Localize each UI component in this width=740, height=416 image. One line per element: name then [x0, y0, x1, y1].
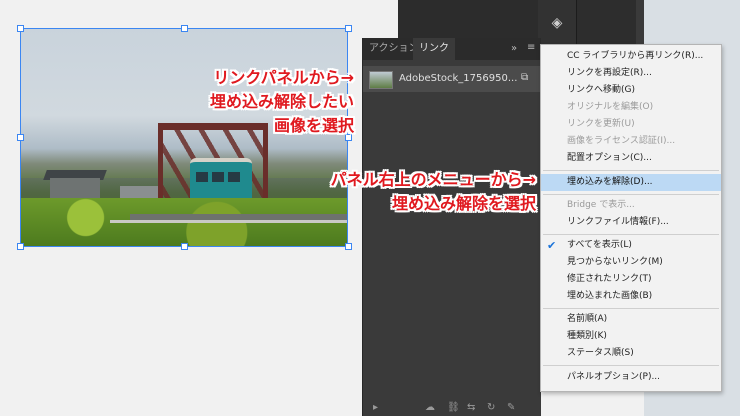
link-file-name: AdobeStock_1756950...: [399, 73, 518, 84]
menu-separator: [543, 234, 719, 235]
train-window: [212, 172, 224, 182]
menu-item-show-modified[interactable]: 修正されたリンク(T): [541, 271, 721, 288]
link-list-item[interactable]: AdobeStock_1756950... ⧉: [363, 66, 541, 92]
menu-item-unembed[interactable]: 埋め込みを解除(D)...: [541, 174, 721, 191]
edit-original-icon[interactable]: ✎: [507, 402, 515, 413]
menu-item-panel-options[interactable]: パネルオプション(P)...: [541, 369, 721, 386]
menu-item-show-all[interactable]: ✔ すべてを表示(L): [541, 237, 721, 254]
goto-link-icon[interactable]: ⇆: [467, 402, 475, 413]
menu-item-show-embedded[interactable]: 埋め込まれた画像(B): [541, 288, 721, 305]
links-panel: アクション リンク » ≡ AdobeStock_1756950... ⧉ ▸ …: [362, 38, 541, 416]
dock-scrollbar[interactable]: [636, 0, 644, 44]
layers-icon[interactable]: ◈: [544, 10, 570, 36]
menu-item-license-image[interactable]: 画像をライセンス認証(I)...: [541, 133, 721, 150]
train-window: [228, 172, 240, 182]
menu-item-placement-options[interactable]: 配置オプション(C)...: [541, 150, 721, 167]
menu-separator: [543, 170, 719, 171]
resize-handle[interactable]: [17, 25, 24, 32]
annotation-select-unembed: パネル右上のメニューから→ 埋め込み解除を選択: [331, 168, 536, 216]
menu-item-cc-relink[interactable]: CC ライブラリから再リンク(R)...: [541, 48, 721, 65]
annotation-select-image: リンクパネルから→ 埋め込み解除したい 画像を選択: [210, 66, 354, 138]
panel-footer: ▸ ☁ ⛓ ⇆ ↻ ✎: [363, 402, 541, 416]
annotation-line: 埋め込み解除を選択: [391, 194, 536, 213]
resize-handle[interactable]: [17, 134, 24, 141]
panel-menu-icon[interactable]: ≡: [527, 43, 537, 53]
relink-cc-icon[interactable]: ☁: [425, 402, 435, 413]
resize-handle[interactable]: [17, 243, 24, 250]
menu-item-relink[interactable]: リンクを再設定(R)...: [541, 65, 721, 82]
checkmark-icon: ✔: [547, 239, 557, 252]
dock-column: [576, 0, 637, 44]
menu-item-edit-original[interactable]: オリジナルを編集(O): [541, 99, 721, 116]
annotation-line: 埋め込み解除したい: [209, 92, 354, 111]
panel-tabs: アクション リンク » ≡: [363, 38, 541, 60]
embedded-icon: ⧉: [521, 72, 529, 83]
photo-rail: [110, 220, 348, 223]
resize-handle[interactable]: [181, 243, 188, 250]
annotation-line: パネル右上のメニューから→: [330, 170, 536, 189]
menu-item-reveal-in-bridge[interactable]: Bridge で表示...: [541, 197, 721, 214]
panel-collapse-icon[interactable]: »: [511, 38, 517, 60]
menu-separator: [543, 365, 719, 366]
link-thumbnail: [369, 71, 393, 89]
train-window: [196, 172, 208, 182]
expand-arrow-icon[interactable]: ▸: [373, 402, 378, 413]
resize-handle[interactable]: [345, 243, 352, 250]
annotation-line: 画像を選択: [273, 116, 354, 135]
annotation-line: リンクパネルから→: [213, 68, 354, 87]
resize-handle[interactable]: [345, 25, 352, 32]
relink-icon[interactable]: ⛓: [447, 402, 460, 413]
menu-item-sort-by-name[interactable]: 名前順(A): [541, 311, 721, 328]
menu-item-goto-link[interactable]: リンクへ移動(G): [541, 82, 721, 99]
tab-links[interactable]: リンク: [413, 38, 455, 60]
links-panel-flyout-menu: CC ライブラリから再リンク(R)... リンクを再設定(R)... リンクへ移…: [540, 44, 722, 392]
menu-item-link-file-info[interactable]: リンクファイル情報(F)...: [541, 214, 721, 231]
menu-item-sort-by-status[interactable]: ステータス順(S): [541, 345, 721, 362]
menu-separator: [543, 308, 719, 309]
menu-item-update-link[interactable]: リンクを更新(U): [541, 116, 721, 133]
menu-separator: [543, 194, 719, 195]
resize-handle[interactable]: [181, 25, 188, 32]
menu-item-sort-by-kind[interactable]: 種類別(K): [541, 328, 721, 345]
menu-item-show-missing[interactable]: 見つからないリンク(M): [541, 254, 721, 271]
menu-item-label: すべてを表示(L): [567, 240, 632, 250]
update-link-icon[interactable]: ↻: [487, 402, 495, 413]
